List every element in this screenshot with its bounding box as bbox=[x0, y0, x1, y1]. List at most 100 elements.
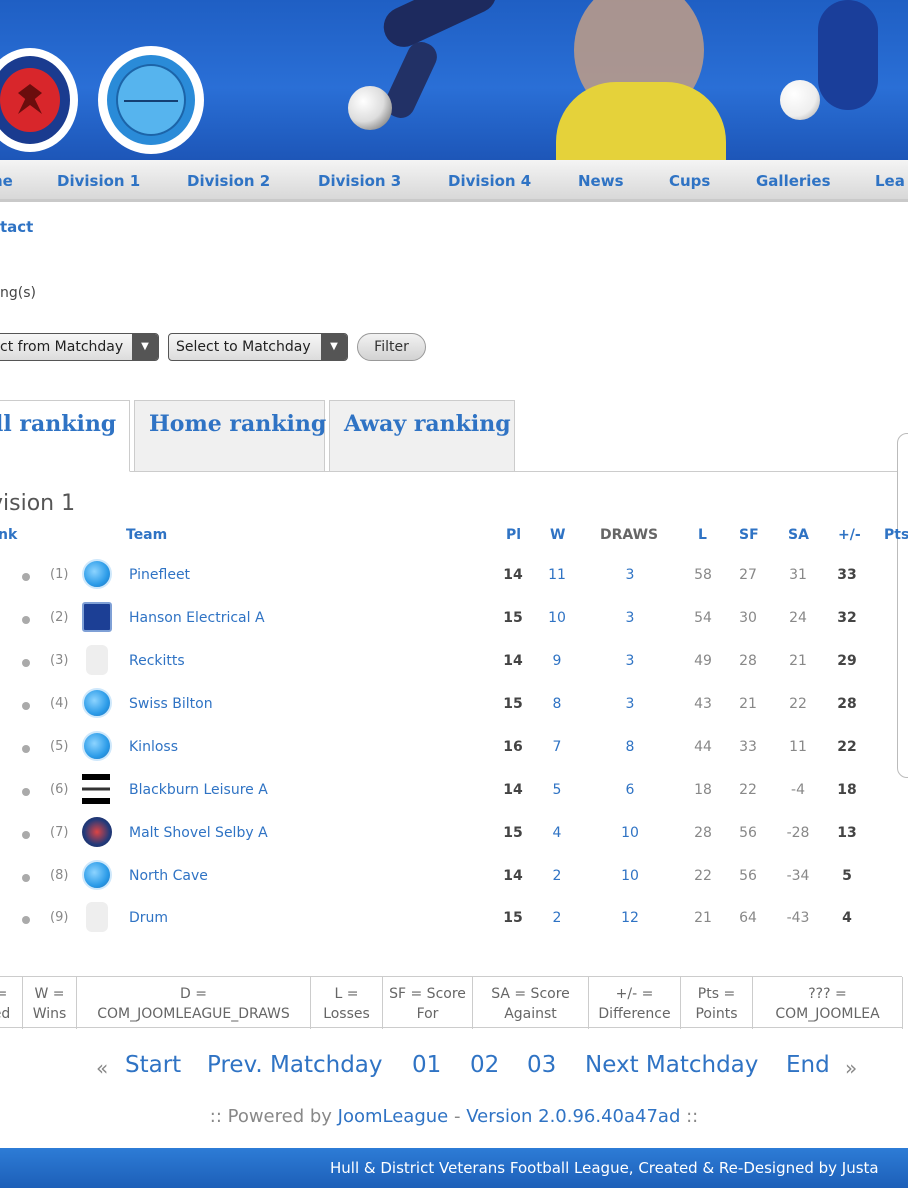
cell-played: 15 bbox=[503, 696, 523, 712]
legend-cell: +/- = Difference bbox=[589, 977, 681, 1029]
nav-home[interactable]: ne bbox=[0, 172, 13, 190]
cell-difference: 32 bbox=[837, 610, 857, 626]
cell-losses: 18 bbox=[694, 782, 712, 798]
legend-cell: W = Wins bbox=[23, 977, 77, 1029]
county-fa-logo[interactable] bbox=[0, 48, 78, 152]
nav-league[interactable]: Lea bbox=[875, 172, 905, 190]
league-logo[interactable] bbox=[98, 46, 204, 154]
pager-page-02[interactable]: 02 bbox=[470, 1052, 499, 1078]
football-icon bbox=[780, 80, 820, 120]
cell-draws[interactable]: 3 bbox=[610, 696, 650, 712]
cell-wins[interactable]: 2 bbox=[537, 868, 577, 884]
legend-cell: ??? = COM_JOOMLEA bbox=[753, 977, 903, 1029]
previous-rank: (2) bbox=[50, 610, 69, 625]
cell-losses: 54 bbox=[694, 610, 712, 626]
team-link[interactable]: Kinloss bbox=[129, 739, 178, 755]
legend-meaning: Difference bbox=[598, 1006, 671, 1022]
col-header-draws[interactable]: DRAWS bbox=[600, 527, 658, 543]
main-nav: ne Division 1 Division 2 Division 3 Divi… bbox=[0, 160, 908, 202]
nav-galleries[interactable]: Galleries bbox=[756, 172, 831, 190]
tab-overall-ranking[interactable]: ll ranking bbox=[0, 400, 130, 472]
table-row: (8) North Cave 14 2 10 22 56 -34 5 bbox=[0, 860, 908, 911]
pager-next-matchday[interactable]: Next Matchday bbox=[585, 1052, 758, 1078]
cell-losses: 43 bbox=[694, 696, 712, 712]
cell-wins[interactable]: 5 bbox=[537, 782, 577, 798]
nav-division-1[interactable]: Division 1 bbox=[57, 172, 140, 190]
legend-meaning: COM_JOOMLEAGUE_DRAWS bbox=[97, 1006, 290, 1022]
select-from-matchday[interactable]: ct from Matchday ▼ bbox=[0, 333, 159, 361]
cell-score-against: 22 bbox=[789, 696, 807, 712]
col-header-pl[interactable]: Pl bbox=[506, 527, 521, 543]
previous-rank: (7) bbox=[50, 825, 69, 840]
table-row: (6) Blackburn Leisure A 14 5 6 18 22 -4 18 bbox=[0, 774, 908, 825]
table-row: (7) Malt Shovel Selby A 15 4 10 28 56 -28 13 bbox=[0, 817, 908, 868]
team-crest-icon bbox=[82, 688, 112, 718]
nav-cups[interactable]: Cups bbox=[669, 172, 710, 190]
pager-page-03[interactable]: 03 bbox=[527, 1052, 556, 1078]
cell-draws[interactable]: 3 bbox=[610, 610, 650, 626]
cell-score-for: 56 bbox=[739, 825, 757, 841]
team-link[interactable]: Reckitts bbox=[129, 653, 185, 669]
pager-left-arrow: « bbox=[96, 1056, 109, 1080]
cell-wins[interactable]: 7 bbox=[537, 739, 577, 755]
cell-wins[interactable]: 8 bbox=[537, 696, 577, 712]
nav-division-2[interactable]: Division 2 bbox=[187, 172, 270, 190]
cell-losses: 21 bbox=[694, 910, 712, 926]
nav-news[interactable]: News bbox=[578, 172, 624, 190]
cell-score-for: 56 bbox=[739, 868, 757, 884]
cell-wins[interactable]: 4 bbox=[537, 825, 577, 841]
cell-wins[interactable]: 9 bbox=[537, 653, 577, 669]
version-link[interactable]: Version 2.0.96.40a47ad bbox=[466, 1106, 680, 1127]
cell-draws[interactable]: 3 bbox=[610, 653, 650, 669]
pager-prev-matchday[interactable]: Prev. Matchday bbox=[207, 1052, 383, 1078]
team-crest-icon bbox=[82, 559, 112, 589]
pager-start[interactable]: Start bbox=[125, 1052, 181, 1078]
team-link[interactable]: Hanson Electrical A bbox=[129, 610, 265, 626]
joomleague-link[interactable]: JoomLeague bbox=[338, 1106, 449, 1127]
cell-score-against: -34 bbox=[786, 868, 810, 884]
col-header-team[interactable]: Team bbox=[126, 527, 167, 543]
legend-cell: L = Losses bbox=[311, 977, 383, 1029]
team-link[interactable]: Malt Shovel Selby A bbox=[129, 825, 268, 841]
col-header-sf[interactable]: SF bbox=[739, 527, 759, 543]
team-link[interactable]: Swiss Bilton bbox=[129, 696, 213, 712]
cell-wins[interactable]: 2 bbox=[537, 910, 577, 926]
col-header-rank[interactable]: nk bbox=[0, 527, 17, 543]
team-link[interactable]: North Cave bbox=[129, 868, 208, 884]
select-to-matchday[interactable]: Select to Matchday ▼ bbox=[168, 333, 348, 361]
cell-draws[interactable]: 10 bbox=[610, 825, 650, 841]
tab-away-ranking[interactable]: Away ranking bbox=[329, 400, 515, 472]
team-link[interactable]: Drum bbox=[129, 910, 168, 926]
col-header-pts[interactable]: Pts bbox=[884, 527, 908, 543]
cell-losses: 58 bbox=[694, 567, 712, 583]
rank-change-dot-icon bbox=[22, 788, 30, 796]
col-header-l[interactable]: L bbox=[698, 527, 707, 543]
cell-draws[interactable]: 12 bbox=[610, 910, 650, 926]
contact-link[interactable]: tact bbox=[0, 218, 33, 236]
cell-draws[interactable]: 3 bbox=[610, 567, 650, 583]
footer-bar: Hull & District Veterans Football League… bbox=[0, 1148, 908, 1188]
team-link[interactable]: Blackburn Leisure A bbox=[129, 782, 268, 798]
table-row: (1) Pinefleet 14 11 3 58 27 31 33 bbox=[0, 559, 908, 610]
col-header-gd[interactable]: +/- bbox=[838, 527, 861, 543]
cell-draws[interactable]: 8 bbox=[610, 739, 650, 755]
filter-button[interactable]: Filter bbox=[357, 333, 426, 361]
tab-home-ranking[interactable]: Home ranking bbox=[134, 400, 326, 472]
rank-change-dot-icon bbox=[22, 745, 30, 753]
col-header-w[interactable]: W bbox=[550, 527, 565, 543]
cell-score-against: -28 bbox=[786, 825, 810, 841]
powered-prefix: :: Powered by bbox=[209, 1106, 338, 1127]
pager-end[interactable]: End bbox=[786, 1052, 830, 1078]
pager-page-01[interactable]: 01 bbox=[412, 1052, 441, 1078]
previous-rank: (6) bbox=[50, 782, 69, 797]
cell-score-against: -43 bbox=[786, 910, 810, 926]
cell-draws[interactable]: 10 bbox=[610, 868, 650, 884]
cell-draws[interactable]: 6 bbox=[610, 782, 650, 798]
col-header-sa[interactable]: SA bbox=[788, 527, 809, 543]
cell-wins[interactable]: 11 bbox=[537, 567, 577, 583]
nav-division-4[interactable]: Division 4 bbox=[448, 172, 531, 190]
team-link[interactable]: Pinefleet bbox=[129, 567, 190, 583]
nav-division-3[interactable]: Division 3 bbox=[318, 172, 401, 190]
cell-wins[interactable]: 10 bbox=[537, 610, 577, 626]
legend-table: = ed W = Wins D = COM_JOOMLEAGUE_DRAWS L = Loss… bbox=[0, 976, 903, 1029]
